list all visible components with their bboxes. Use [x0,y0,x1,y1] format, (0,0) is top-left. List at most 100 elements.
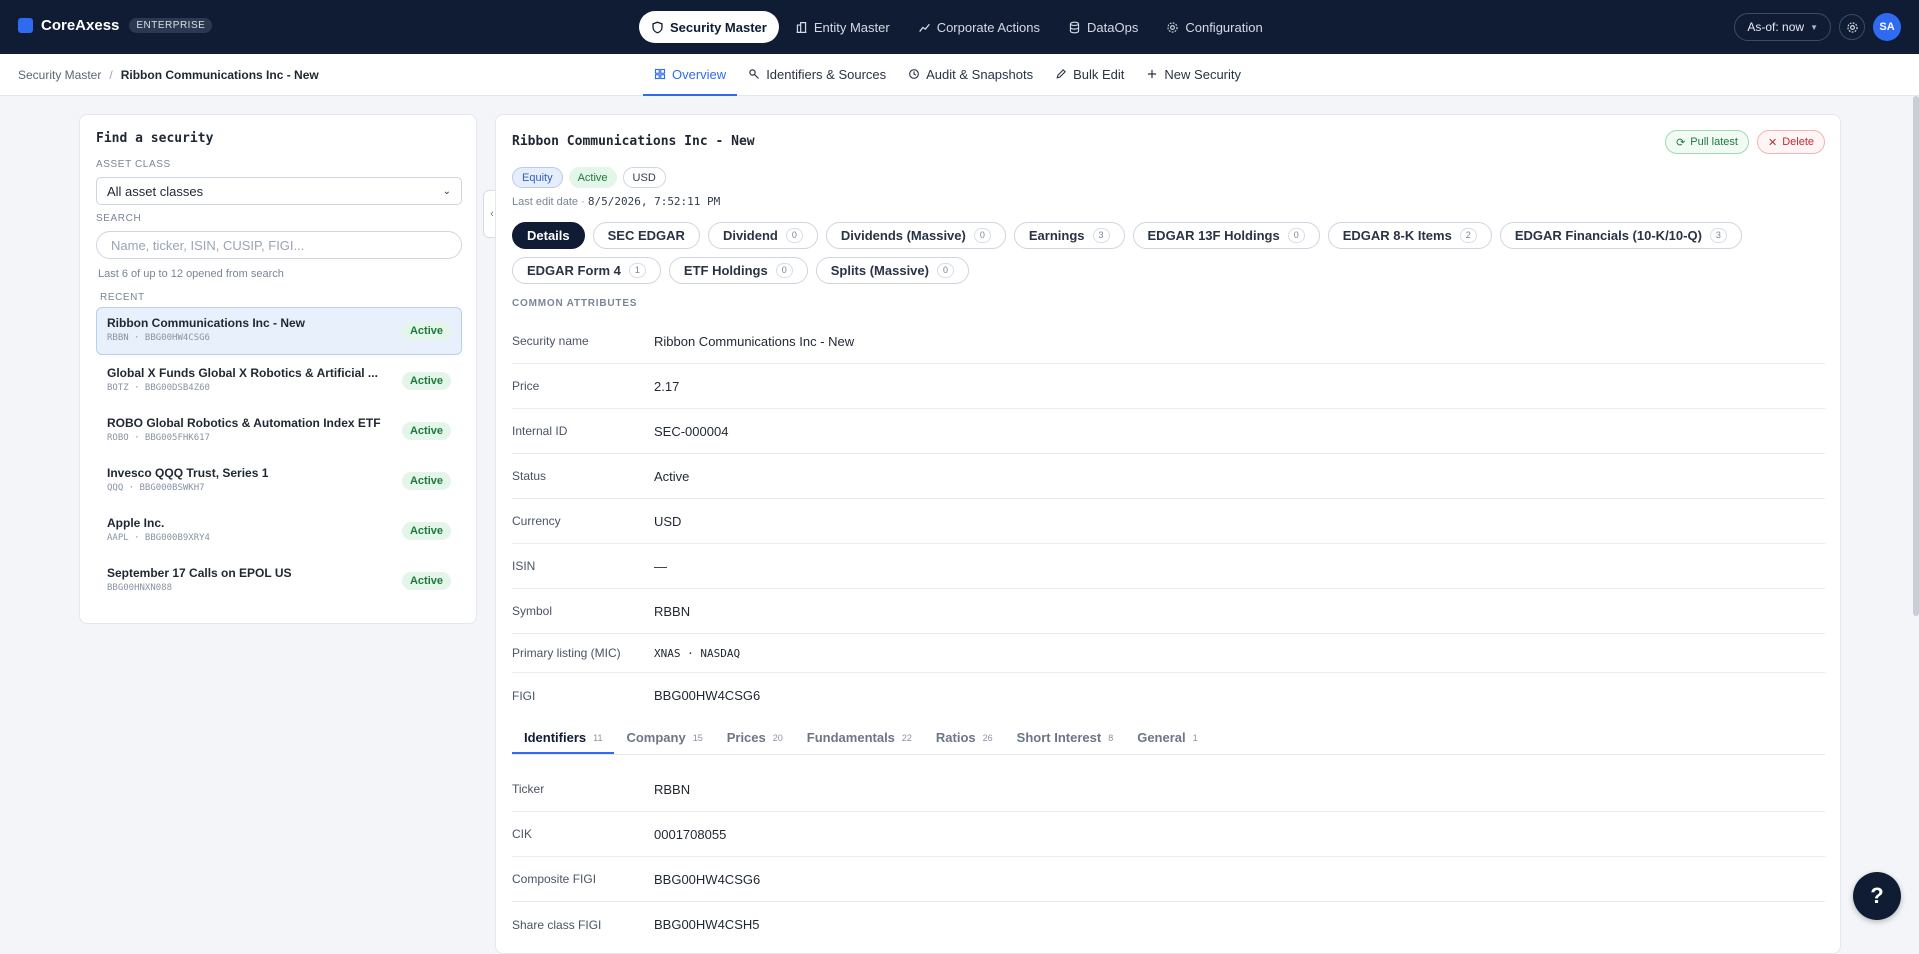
identifier-row: Composite FIGI BBG00HW4CSG6 [512,857,1825,902]
pull-latest-button[interactable]: ⟳ Pull latest [1665,130,1749,154]
page-scrollbar[interactable] [1913,96,1919,616]
list-item-name: Invesco QQQ Trust, Series 1 [107,466,269,480]
tab-etf-holdings[interactable]: ETF Holdings 0 [668,257,808,284]
security-chips: Equity Active USD [512,167,666,188]
attribute-row: ISIN — [512,544,1825,589]
tab-label: New Security [1164,66,1241,82]
as-of-label: As-of: now [1747,20,1805,34]
brand[interactable]: CoreAxess ENTERPRISE [18,17,213,34]
tab-dividend[interactable]: Dividend 0 [707,222,818,249]
tab-identifiers[interactable]: Identifiers 11 [512,723,615,754]
attribute-row: Symbol RBBN [512,589,1825,634]
tab-label: Prices [726,730,766,745]
list-item[interactable]: Global X Funds Global X Robotics & Artif… [96,357,462,405]
pencil-icon [1056,69,1067,79]
tab-earnings[interactable]: Earnings 3 [1013,222,1125,249]
tab-label: Details [527,228,570,243]
attribute-value: RBBN [654,603,691,619]
attribute-value: SEC-000004 [654,423,729,439]
nav-configuration[interactable]: Configuration [1154,11,1274,43]
attribute-label: Security name [512,334,589,348]
tab-edgar-form4[interactable]: EDGAR Form 4 1 [512,257,661,284]
identifier-value: BBG00HW4CSG6 [654,871,761,887]
finder-title: Find a security [96,131,214,146]
tab-ratios[interactable]: Ratios 26 [924,723,1005,754]
tab-label: Identifiers [524,730,587,745]
chevron-down-icon: ⌄ [442,185,451,197]
attribute-label: Status [512,469,547,483]
asset-class-chip: Equity [512,167,563,188]
tab-count: 1 [1192,732,1198,743]
list-item-name: ROBO Global Robotics & Automation Index … [107,416,381,430]
tab-sec-edgar[interactable]: SEC EDGAR [592,222,700,249]
tab-dividends-massive[interactable]: Dividends (Massive) 0 [825,222,1006,249]
list-item[interactable]: ROBO Global Robotics & Automation Index … [96,407,462,455]
last-edit: Last edit date · 8/5/2026, 7:52:11 PM [512,195,720,208]
tab-company[interactable]: Company 15 [614,723,714,754]
tab-count: 8 [1108,732,1114,743]
list-item[interactable]: September 17 Calls on EPOL US BBG00HNXN0… [96,557,462,605]
detail-actions: ⟳ Pull latest ✕ Delete [1665,130,1825,154]
status-badge: Active [401,572,451,590]
common-attributes-table: Security name Ribbon Communications Inc -… [512,319,1825,718]
tab-label: Company [626,730,686,745]
identifier-value: RBBN [654,781,691,797]
tab-overview[interactable]: Overview [643,54,738,96]
tab-label: Fundamentals [806,730,895,745]
tab-edgar-8k[interactable]: EDGAR 8-K Items 2 [1327,222,1492,249]
tab-label: Earnings [1028,228,1085,243]
attribute-label: FIGI [512,688,536,703]
list-item-sub: QQQ · BBG000BSWKH7 [107,483,205,493]
security-title: Ribbon Communications Inc - New [512,134,755,149]
attribute-value: USD [654,513,682,529]
tab-new-security[interactable]: New Security [1135,54,1252,96]
tab-label: Identifiers & Sources [766,66,887,82]
tab-splits-massive[interactable]: Splits (Massive) 0 [815,257,969,284]
tab-count: 22 [901,732,912,743]
nav-security-master[interactable]: Security Master [639,11,779,43]
nav-corporate-actions[interactable]: Corporate Actions [906,11,1052,43]
attribute-value: — [654,558,667,574]
help-button[interactable]: ? [1853,872,1901,920]
tab-edgar-financials[interactable]: EDGAR Financials (10-K/10-Q) 3 [1499,222,1742,249]
tab-general[interactable]: General 1 [1125,723,1209,754]
tab-fundamentals[interactable]: Fundamentals 22 [795,723,924,754]
currency-chip: USD [622,167,666,188]
nav-dataops[interactable]: DataOps [1056,11,1150,43]
nav-label: Entity Master [813,19,890,35]
chevron-down-icon: ▼ [1810,22,1818,32]
tab-count: 0 [785,228,803,243]
list-item-sub: RBBN · BBG00HW4CSG6 [107,333,210,343]
attribute-value: BBG00HW4CSG6 [654,688,761,703]
attribute-row: Security name Ribbon Communications Inc -… [512,319,1825,364]
tab-details[interactable]: Details [512,222,585,249]
attribute-value: Ribbon Communications Inc - New [654,333,855,349]
attribute-row: Price 2.17 [512,364,1825,409]
list-item[interactable]: Ribbon Communications Inc - New RBBN · B… [96,307,462,355]
list-item-name: September 17 Calls on EPOL US [107,566,292,580]
tab-prices[interactable]: Prices 20 [715,723,795,754]
as-of-dropdown[interactable]: As-of: now ▼ [1734,13,1831,41]
breadcrumb-root[interactable]: Security Master [18,68,101,82]
settings-button[interactable] [1839,14,1865,40]
search-input[interactable] [96,231,462,259]
user-avatar[interactable]: SA [1873,13,1901,41]
asset-class-select[interactable]: All asset classes ⌄ [96,177,462,205]
key-icon [749,69,760,79]
list-item[interactable]: Invesco QQQ Trust, Series 1 QQQ · BBG000… [96,457,462,505]
list-item[interactable]: Apple Inc. AAPL · BBG000B9XRY4 Active [96,507,462,555]
tab-count: 0 [1287,228,1305,243]
attribute-value: XNAS · NASDAQ [654,646,741,660]
history-icon [909,69,920,79]
tab-short-interest[interactable]: Short Interest 8 [1005,723,1126,754]
attribute-label: Currency [512,514,561,528]
delete-button[interactable]: ✕ Delete [1756,130,1825,154]
tab-label: Ratios [935,730,976,745]
tab-audit-snapshots[interactable]: Audit & Snapshots [897,54,1044,96]
tab-count: 2 [1459,228,1477,243]
tab-count: 3 [1709,228,1727,243]
tab-bulk-edit[interactable]: Bulk Edit [1044,54,1135,96]
tab-edgar-13f[interactable]: EDGAR 13F Holdings 0 [1132,222,1320,249]
nav-entity-master[interactable]: Entity Master [783,11,902,43]
tab-identifiers-sources[interactable]: Identifiers & Sources [737,54,897,96]
